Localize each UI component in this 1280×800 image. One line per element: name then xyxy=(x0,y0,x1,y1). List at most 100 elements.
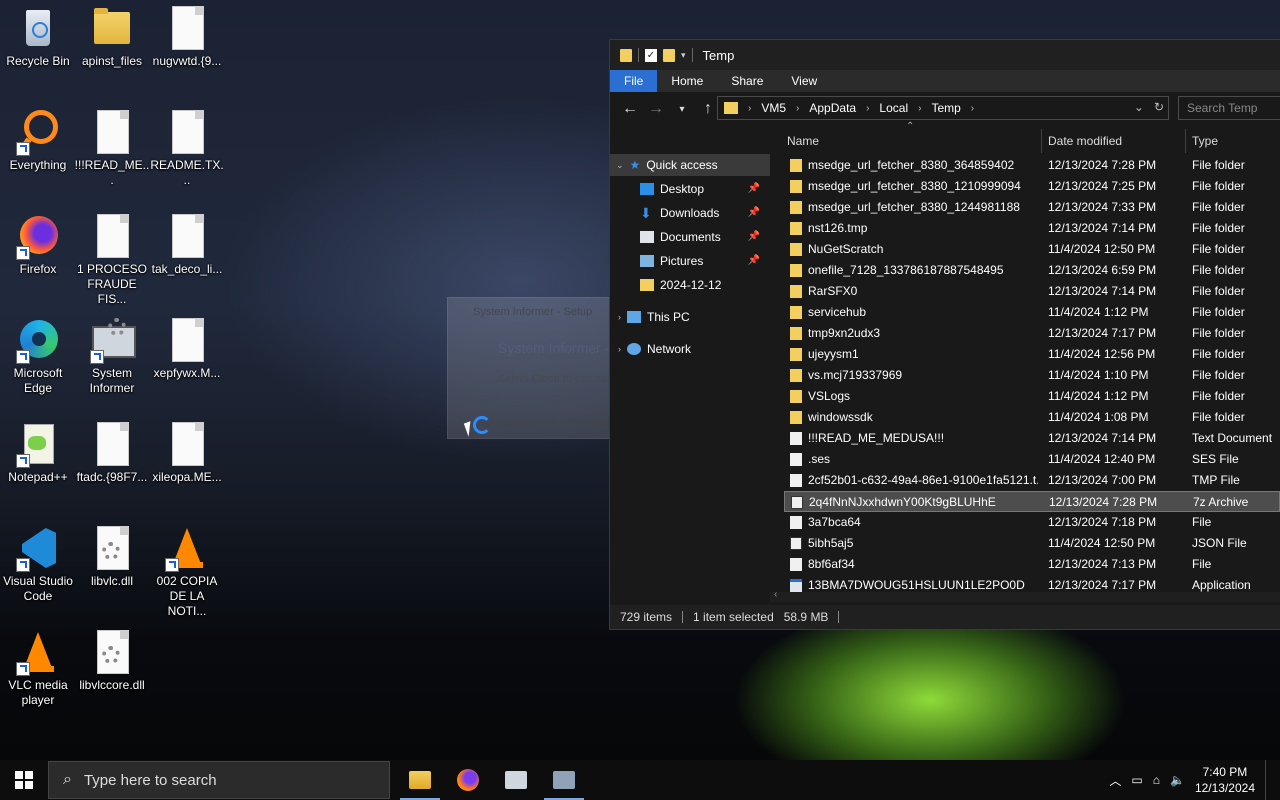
file-row[interactable]: 2cf52b01-c632-49a4-86e1-9100e1fa5121.t..… xyxy=(784,470,1280,491)
back-arrow-icon[interactable]: ← xyxy=(620,100,640,118)
desktop-icon-item[interactable]: libvlc.dll xyxy=(74,524,150,589)
file-row[interactable]: vs.mcj719337969 11/4/2024 1:10 PM File fol… xyxy=(784,365,1280,386)
desktop-icon-item[interactable]: Microsoft Edge xyxy=(0,316,76,396)
file-row[interactable]: VSLogs 11/4/2024 1:12 PM File folder xyxy=(784,386,1280,407)
desktop-icon-item[interactable]: System Informer xyxy=(74,316,150,396)
chevron-right-icon[interactable]: › xyxy=(618,338,621,360)
breadcrumb-separator-icon[interactable]: › xyxy=(748,103,751,114)
breadcrumb-separator-icon[interactable]: › xyxy=(796,103,799,114)
breadcrumb-appdata[interactable]: AppData xyxy=(809,101,856,115)
sidebar-item-network[interactable]: › Network xyxy=(618,338,764,360)
sidebar-item-desktop[interactable]: Desktop 📌 xyxy=(640,178,764,200)
forward-arrow-icon[interactable]: → xyxy=(646,100,666,118)
file-row[interactable]: msedge_url_fetcher_8380_1244981188 12/13/… xyxy=(784,197,1280,218)
file-row[interactable]: msedge_url_fetcher_8380_364859402 12/13/2… xyxy=(784,155,1280,176)
tab-share[interactable]: Share xyxy=(717,70,777,92)
file-row[interactable]: servicehub 11/4/2024 1:12 PM File folder xyxy=(784,302,1280,323)
desktop-icon-item[interactable]: 1 PROCESO FRAUDE FIS... xyxy=(74,212,150,307)
taskbar-setup[interactable] xyxy=(540,760,588,800)
file-row[interactable]: tmp9xn2udx3 12/13/2024 7:17 PM File folder xyxy=(784,323,1280,344)
file-row[interactable]: 2q4fNnNJxxhdwnY00Kt9gBLUHhE 12/13/2024 7:… xyxy=(784,491,1280,512)
file-row[interactable]: .ses 11/4/2024 12:40 PM SES File xyxy=(784,449,1280,470)
file-name: 8bf6af34 xyxy=(808,557,855,571)
folder-icon xyxy=(790,201,802,214)
file-name: onefile_7128_133786187887548495 xyxy=(808,263,1004,277)
horizontal-scrollbar[interactable]: ‹ xyxy=(770,589,1280,602)
desktop-icon-item[interactable]: apinst_files xyxy=(74,4,150,69)
taskbar-file-explorer[interactable] xyxy=(396,760,444,800)
sidebar-item-documents[interactable]: Documents 📌 xyxy=(640,226,764,248)
properties-quick-icon[interactable]: ✓ xyxy=(645,48,657,62)
desktop-icon-item[interactable]: xepfywx.M... xyxy=(149,316,225,381)
sidebar-item-downloads[interactable]: ⬇ Downloads 📌 xyxy=(640,202,764,224)
breadcrumb-vm5[interactable]: VM5 xyxy=(761,101,786,115)
file-type: File folder xyxy=(1192,284,1245,298)
search-input[interactable]: Search Temp xyxy=(1178,96,1280,120)
file-row[interactable]: RarSFX0 12/13/2024 7:14 PM File folder xyxy=(784,281,1280,302)
chevron-down-icon[interactable]: ⌄ xyxy=(616,154,624,176)
column-header-name[interactable]: Name xyxy=(787,125,819,155)
desktop-icon-item[interactable]: Visual Studio Code xyxy=(0,524,76,604)
file-row[interactable]: 3a7bca64 12/13/2024 7:18 PM File xyxy=(784,512,1280,533)
title-bar[interactable]: ✓ ▾ Temp xyxy=(610,40,1280,70)
desktop-icon-item[interactable]: Recycle Bin xyxy=(0,4,76,69)
new-folder-quick-icon[interactable] xyxy=(663,48,675,62)
column-header-type[interactable]: Type xyxy=(1192,125,1218,155)
recent-locations-icon[interactable]: ▾ xyxy=(672,104,692,115)
desktop-icon-item[interactable]: libvlccore.dll xyxy=(74,628,150,693)
sidebar-item-quick-access[interactable]: ⌄ ★ Quick access xyxy=(610,154,770,176)
column-divider[interactable] xyxy=(1041,129,1042,153)
network-status-icon[interactable]: ⌂ xyxy=(1153,773,1160,787)
file-row[interactable]: 5ibh5aj5 11/4/2024 12:50 PM JSON File xyxy=(784,533,1280,554)
breadcrumb-separator-icon[interactable]: › xyxy=(918,103,921,114)
tab-file[interactable]: File xyxy=(610,70,658,92)
column-divider[interactable] xyxy=(1185,129,1186,153)
chevron-up-icon[interactable]: ︿ xyxy=(1109,772,1121,789)
breadcrumb-separator-icon[interactable]: › xyxy=(866,103,869,114)
taskbar-firefox[interactable] xyxy=(444,760,492,800)
customize-toolbar-icon[interactable]: ▾ xyxy=(681,50,686,61)
desktop-icon-item[interactable]: Firefox xyxy=(0,212,76,277)
keyboard-icon[interactable]: ▭ xyxy=(1131,773,1142,787)
refresh-icon[interactable]: ↻ xyxy=(1154,100,1164,114)
file-row[interactable]: NuGetScratch 11/4/2024 12:50 PM File folde… xyxy=(784,239,1280,260)
desktop-icon-item[interactable]: Notepad++ xyxy=(0,420,76,485)
start-button[interactable] xyxy=(0,760,48,800)
breadcrumb-temp[interactable]: Temp xyxy=(931,101,960,115)
tab-home[interactable]: Home xyxy=(657,70,717,92)
volume-muted-icon[interactable]: 🔈 xyxy=(1170,773,1185,787)
up-arrow-icon[interactable]: ↑ xyxy=(698,100,718,118)
desktop-icon-item[interactable]: VLC media player xyxy=(0,628,76,708)
desktop-icon-item[interactable]: Everything xyxy=(0,108,76,173)
sidebar-item-pictures[interactable]: Pictures 📌 xyxy=(640,250,764,272)
file-row[interactable]: nst126.tmp 12/13/2024 7:14 PM File folder xyxy=(784,218,1280,239)
tab-view[interactable]: View xyxy=(777,70,831,92)
taskbar-search-box[interactable]: ⌕ Type here to search xyxy=(48,761,390,799)
breadcrumb-local[interactable]: Local xyxy=(879,101,908,115)
chevron-right-icon[interactable]: › xyxy=(618,306,621,328)
sidebar-item-2024-12-12[interactable]: 2024-12-12 xyxy=(640,274,764,296)
desktop-icon-item[interactable]: README.TX... xyxy=(149,108,225,188)
desktop-icon-item[interactable]: !!!READ_ME... xyxy=(74,108,150,188)
desktop-icon-item[interactable]: nugvwtd.{9... xyxy=(149,4,225,69)
file-row[interactable]: !!!READ_ME_MEDUSA!!! 12/13/2024 7:14 PM Te… xyxy=(784,428,1280,449)
breadcrumb-separator-icon[interactable]: › xyxy=(971,103,974,114)
show-desktop-button[interactable] xyxy=(1265,760,1270,800)
desktop-icon-label: Visual Studio Code xyxy=(3,574,73,603)
file-row[interactable]: msedge_url_fetcher_8380_1210999094 12/13/… xyxy=(784,176,1280,197)
desktop-icon-item[interactable]: ftadc.{98F7... xyxy=(74,420,150,485)
taskbar-system-informer[interactable] xyxy=(492,760,540,800)
chevron-down-icon[interactable]: ⌄ xyxy=(1134,100,1144,114)
file-row[interactable]: ujeyysm1 11/4/2024 12:56 PM File folder xyxy=(784,344,1280,365)
file-row[interactable]: onefile_7128_133786187887548495 12/13/202… xyxy=(784,260,1280,281)
desktop-icon-item[interactable]: tak_deco_li... xyxy=(149,212,225,277)
desktop-icon-item[interactable]: 002 COPIA DE LA NOTI... xyxy=(149,524,225,619)
sidebar-item-this-pc[interactable]: › This PC xyxy=(618,306,764,328)
scroll-left-icon[interactable]: ‹ xyxy=(774,589,777,600)
column-header-date[interactable]: Date modified xyxy=(1048,125,1122,155)
address-bar[interactable]: › VM5 › AppData › Local › Temp › ⌄ ↻ xyxy=(717,96,1169,120)
file-row[interactable]: 8bf6af34 12/13/2024 7:13 PM File xyxy=(784,554,1280,575)
desktop-icon-item[interactable]: xileopa.ME... xyxy=(149,420,225,485)
clock[interactable]: 7:40 PM 12/13/2024 xyxy=(1195,764,1255,796)
file-row[interactable]: windowssdk 11/4/2024 1:08 PM File folder xyxy=(784,407,1280,428)
